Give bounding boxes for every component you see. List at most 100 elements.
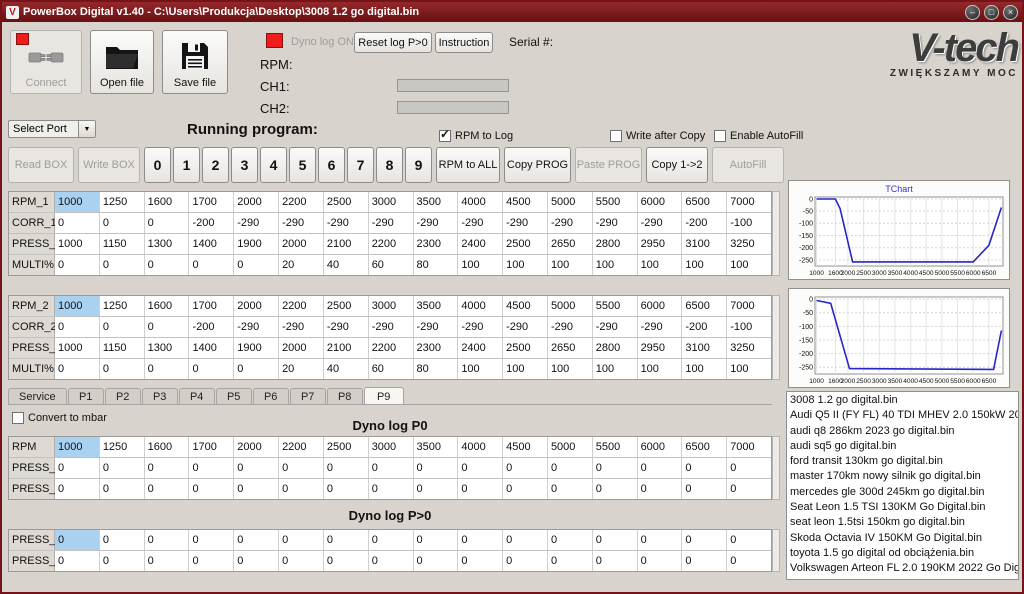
file-list-item[interactable]: Skoda Octavia IV 150KM Go Digital.bin (787, 531, 1018, 546)
grid-cell[interactable]: 0 (234, 359, 279, 379)
grid-cell[interactable]: 0 (414, 530, 459, 550)
grid-cell[interactable]: 2000 (279, 338, 324, 358)
grid-cell[interactable]: 6000 (638, 192, 683, 212)
grid-cell[interactable]: 1000 (55, 192, 100, 212)
grid-cell[interactable]: 0 (189, 458, 234, 478)
grid-cell[interactable]: 1300 (145, 234, 190, 254)
grid-cell[interactable]: 2950 (638, 338, 683, 358)
digit-button-5[interactable]: 5 (289, 147, 316, 183)
grid-cell[interactable]: 1300 (145, 338, 190, 358)
grid-cell[interactable]: 2200 (279, 296, 324, 316)
grid-cell[interactable]: 80 (414, 359, 459, 379)
grid-cell[interactable]: 40 (324, 359, 369, 379)
grid-cell[interactable]: -290 (324, 213, 369, 233)
grid-cell[interactable]: 0 (727, 551, 771, 571)
tab-p2[interactable]: P2 (105, 388, 141, 405)
write-box-button[interactable]: Write BOX (78, 147, 140, 183)
grid-cell[interactable]: 0 (682, 551, 727, 571)
chevron-down-icon[interactable]: ▼ (78, 121, 95, 137)
grid-cell[interactable]: 5500 (593, 192, 638, 212)
grid-cell[interactable]: 0 (548, 458, 593, 478)
grid-cell[interactable]: 2300 (414, 234, 459, 254)
tab-p7[interactable]: P7 (290, 388, 326, 405)
grid-cell[interactable]: 0 (369, 479, 414, 499)
grid-cell[interactable]: 0 (548, 530, 593, 550)
grid-cell[interactable]: 0 (638, 479, 683, 499)
grid-cell[interactable]: 20 (279, 255, 324, 275)
digit-button-4[interactable]: 4 (260, 147, 287, 183)
grid-cell[interactable]: 3100 (682, 234, 727, 254)
grid-cell[interactable]: 60 (369, 359, 414, 379)
grid-cell[interactable]: 0 (100, 530, 145, 550)
grid-cell[interactable]: 3100 (682, 338, 727, 358)
close-button[interactable]: × (1003, 5, 1018, 20)
grid-cell[interactable]: 0 (145, 551, 190, 571)
grid-cell[interactable]: 2100 (324, 338, 369, 358)
title-bar[interactable]: V PowerBox Digital v1.40 - C:\Users\Prod… (2, 2, 1022, 22)
grid-cell[interactable]: -290 (279, 213, 324, 233)
grid-cell[interactable]: -290 (503, 213, 548, 233)
grid-cell[interactable]: 4000 (458, 437, 503, 457)
grid-cell[interactable]: 0 (234, 479, 279, 499)
grid-cell[interactable]: 1600 (145, 192, 190, 212)
grid-cell[interactable]: 2400 (458, 338, 503, 358)
grid-cell[interactable]: 5000 (548, 192, 593, 212)
grid-cell[interactable]: 0 (100, 458, 145, 478)
grid-cell[interactable]: 2200 (369, 234, 414, 254)
grid-cell[interactable]: 0 (727, 530, 771, 550)
rpm-to-all-button[interactable]: RPM to ALL (436, 147, 500, 183)
grid-cell[interactable]: 2200 (279, 437, 324, 457)
file-list-item[interactable]: Audi Q5 II (FY FL) 40 TDI MHEV 2.0 150kW… (787, 408, 1018, 423)
grid-cell[interactable]: 5500 (593, 437, 638, 457)
grid-cell[interactable]: 0 (369, 530, 414, 550)
grid-cell[interactable]: 0 (727, 479, 771, 499)
grid-cell[interactable]: -290 (414, 213, 459, 233)
digit-button-9[interactable]: 9 (405, 147, 432, 183)
digit-button-7[interactable]: 7 (347, 147, 374, 183)
grid-cell[interactable]: 5000 (548, 437, 593, 457)
reset-log-button[interactable]: Reset log P>0 (354, 32, 432, 53)
grid-cell[interactable]: 100 (503, 255, 548, 275)
digit-button-6[interactable]: 6 (318, 147, 345, 183)
grid-cell[interactable]: 0 (593, 458, 638, 478)
grid-cell[interactable]: -290 (593, 213, 638, 233)
grid-cell[interactable]: 7000 (727, 437, 771, 457)
grid-cell[interactable]: 2000 (234, 192, 279, 212)
grid-cell[interactable]: 0 (503, 551, 548, 571)
grid-cell[interactable]: 3000 (369, 437, 414, 457)
table-scrollbar[interactable] (772, 529, 780, 572)
grid-cell[interactable]: 0 (55, 458, 100, 478)
grid-cell[interactable]: 20 (279, 359, 324, 379)
grid-cell[interactable]: 5500 (593, 296, 638, 316)
grid-cell[interactable]: 100 (548, 359, 593, 379)
grid-cell[interactable]: -290 (369, 213, 414, 233)
grid-cell[interactable]: 4500 (503, 296, 548, 316)
grid-cell[interactable]: 3250 (727, 234, 771, 254)
grid-cell[interactable]: 100 (638, 255, 683, 275)
grid-cell[interactable]: 0 (100, 479, 145, 499)
grid-cell[interactable]: 0 (503, 479, 548, 499)
file-list-item[interactable]: Seat Leon 1.5 TSI 130KM Go Digital.bin (787, 500, 1018, 515)
paste-prog-button[interactable]: Paste PROG (575, 147, 642, 183)
grid-cell[interactable]: 4000 (458, 192, 503, 212)
grid-cell[interactable]: 3250 (727, 338, 771, 358)
grid-cell[interactable]: 1000 (55, 234, 100, 254)
grid-cell[interactable]: 1900 (234, 338, 279, 358)
grid-cell[interactable]: 0 (55, 359, 100, 379)
digit-button-2[interactable]: 2 (202, 147, 229, 183)
tab-p5[interactable]: P5 (216, 388, 252, 405)
file-list[interactable]: 3008 1.2 go digital.binAudi Q5 II (FY FL… (786, 391, 1019, 580)
write-after-copy-checkbox[interactable]: Write after Copy (610, 130, 705, 142)
grid-cell[interactable]: 1700 (189, 192, 234, 212)
tab-p1[interactable]: P1 (68, 388, 104, 405)
grid-cell[interactable]: 0 (503, 458, 548, 478)
grid-cell[interactable]: 0 (324, 479, 369, 499)
grid-cell[interactable]: 100 (458, 359, 503, 379)
grid-cell[interactable]: 100 (727, 359, 771, 379)
read-box-button[interactable]: Read BOX (8, 147, 74, 183)
grid-cell[interactable]: -290 (593, 317, 638, 337)
grid-cell[interactable]: 0 (369, 458, 414, 478)
instruction-button[interactable]: Instruction (435, 32, 493, 53)
grid-cell[interactable]: 0 (234, 551, 279, 571)
grid-cell[interactable]: 0 (279, 458, 324, 478)
